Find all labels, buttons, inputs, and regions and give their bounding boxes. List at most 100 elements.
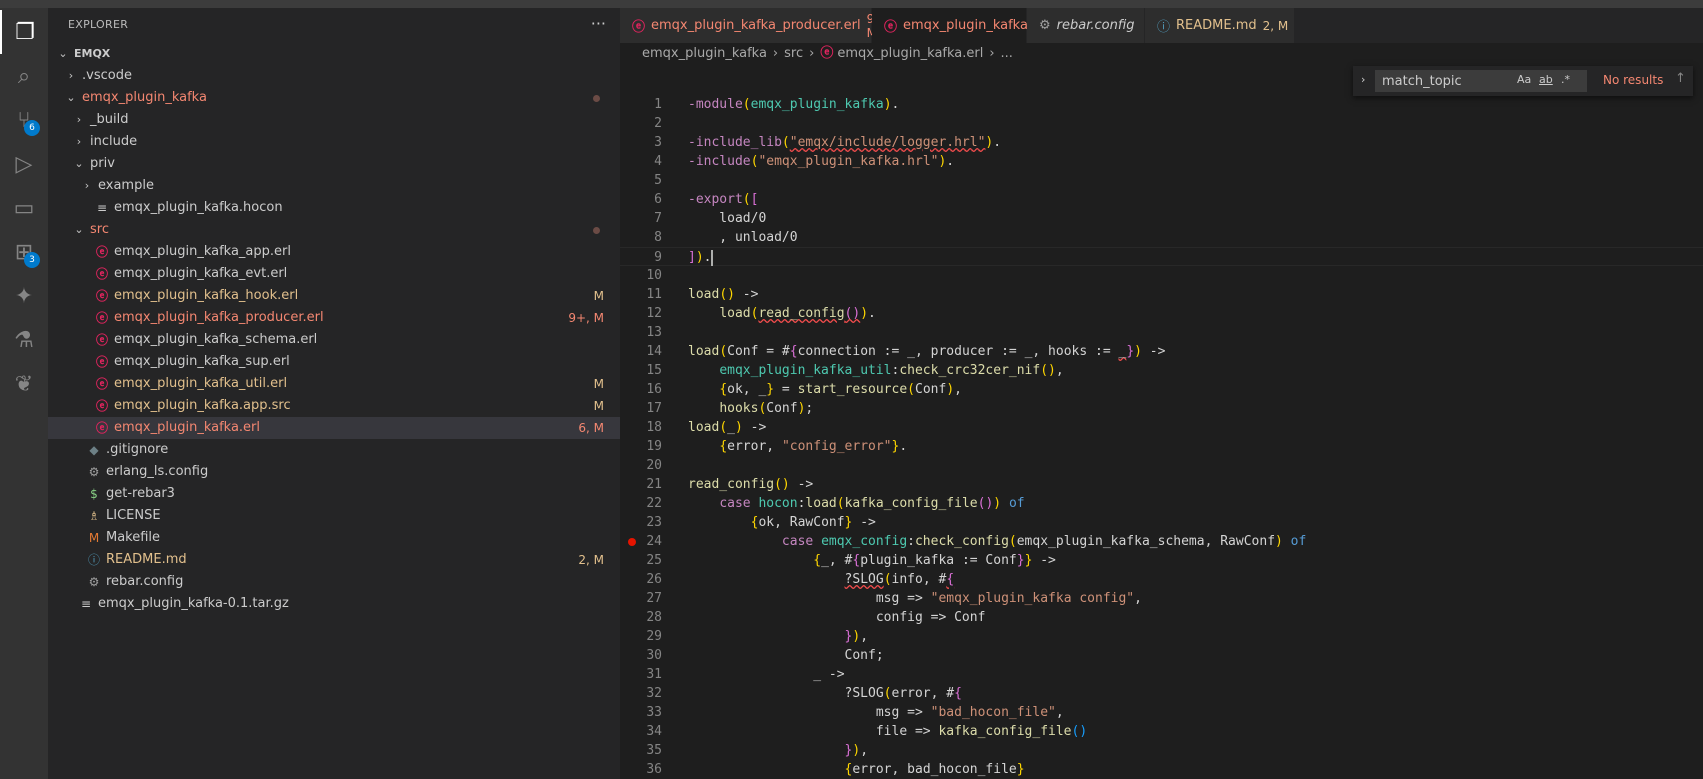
- code-line[interactable]: 34 file => kafka_config_file(): [620, 722, 1703, 741]
- tree-item[interactable]: ◆ .gitignore: [48, 439, 620, 461]
- tree-item[interactable]: ≡ emqx_plugin_kafka-0.1.tar.gz: [48, 593, 620, 615]
- tree-item[interactable]: ⓔ emqx_plugin_kafka_evt.erl: [48, 263, 620, 285]
- code-line[interactable]: 28 config => Conf: [620, 608, 1703, 627]
- code-line[interactable]: 10: [620, 266, 1703, 285]
- code-line[interactable]: 4 -include("emqx_plugin_kafka.hrl").: [620, 152, 1703, 171]
- code-line[interactable]: 29 }),: [620, 627, 1703, 646]
- extensions-icon[interactable]: ⊞ 3: [0, 230, 48, 274]
- code-line[interactable]: 32 ?SLOG(error, #{: [620, 684, 1703, 703]
- breadcrumb-item[interactable]: emqx_plugin_kafka.erl: [837, 46, 983, 61]
- code-line[interactable]: 33 msg => "bad_hocon_file",: [620, 703, 1703, 722]
- chevron-down-icon[interactable]: ⌄: [64, 87, 78, 109]
- tree-item[interactable]: › .vscode: [48, 65, 620, 87]
- tab-emqx-plugin-kafka-erl[interactable]: ⓔemqx_plugin_kafka.erl6, M✕: [872, 8, 1085, 43]
- find-input[interactable]: [1375, 70, 1587, 92]
- code-line[interactable]: 19 {error, "config_error"}.: [620, 437, 1703, 456]
- remote-explorer-icon[interactable]: ▭: [0, 186, 48, 230]
- code-line[interactable]: 16 {ok, _} = start_resource(Conf),: [620, 380, 1703, 399]
- code-editor[interactable]: 1 -module(emqx_plugin_kafka). 2 3 -include_l…: [620, 94, 1703, 779]
- code-line[interactable]: 21 read_config() ->: [620, 475, 1703, 494]
- tree-item[interactable]: ⌄ emqx_plugin_kafka: [48, 87, 620, 109]
- explorer-icon[interactable]: ❐: [0, 10, 48, 54]
- tree-icon[interactable]: ❦: [0, 362, 48, 406]
- code-line[interactable]: 23 {ok, RawConf} ->: [620, 513, 1703, 532]
- tree-item[interactable]: ⓔ emqx_plugin_kafka_sup.erl: [48, 351, 620, 373]
- tree-item[interactable]: ⓔ emqx_plugin_kafka_producer.erl 9+, M: [48, 307, 620, 329]
- code-line[interactable]: 27 msg => "emqx_plugin_kafka config",: [620, 589, 1703, 608]
- code-line[interactable]: 18 load(_) ->: [620, 418, 1703, 437]
- breadcrumb-item[interactable]: ...: [1001, 46, 1013, 61]
- code-line[interactable]: 2: [620, 114, 1703, 133]
- code-line[interactable]: 35 }),: [620, 741, 1703, 760]
- code-line[interactable]: 25 {_, #{plugin_kafka := Conf}} ->: [620, 551, 1703, 570]
- tab-emqx-plugin-kafka-producer-erl[interactable]: ⓔemqx_plugin_kafka_producer.erl9+, M: [620, 8, 888, 43]
- breadcrumb-item[interactable]: src: [784, 46, 803, 61]
- code-line[interactable]: 15 emqx_plugin_kafka_util:check_crc32cer…: [620, 361, 1703, 380]
- run-debug-icon[interactable]: ▷: [0, 142, 48, 186]
- chevron-right-icon[interactable]: ›: [64, 65, 78, 87]
- code-line[interactable]: 13: [620, 323, 1703, 342]
- tools-icon[interactable]: ✦: [0, 274, 48, 318]
- code-line[interactable]: 5: [620, 171, 1703, 190]
- license-icon: ♗: [88, 509, 100, 523]
- previous-match-icon[interactable]: ↑: [1675, 71, 1686, 86]
- chevron-right-icon[interactable]: ›: [80, 175, 94, 197]
- code-text: ?SLOG(error, #{: [688, 686, 962, 701]
- tree-item[interactable]: $ get-rebar3: [48, 483, 620, 505]
- tree-item[interactable]: ⌄ priv: [48, 153, 620, 175]
- tree-item[interactable]: ⓘ README.md 2, M: [48, 549, 620, 571]
- code-line[interactable]: 1 -module(emqx_plugin_kafka).: [620, 95, 1703, 114]
- chevron-right-icon[interactable]: ›: [72, 131, 86, 153]
- testing-icon[interactable]: ⚗: [0, 318, 48, 362]
- tree-item[interactable]: ⓔ emqx_plugin_kafka.app.src M: [48, 395, 620, 417]
- code-line[interactable]: 9]).: [620, 247, 1703, 266]
- code-line[interactable]: 14 load(Conf = #{connection := _, produce…: [620, 342, 1703, 361]
- code-line[interactable]: 24 case emqx_config:check_config(emqx_pl…: [620, 532, 1703, 551]
- tree-item[interactable]: ⓔ emqx_plugin_kafka_util.erl M: [48, 373, 620, 395]
- chevron-down-icon[interactable]: ⌄: [72, 153, 86, 175]
- code-line[interactable]: 7 load/0: [620, 209, 1703, 228]
- tree-item[interactable]: ≡ emqx_plugin_kafka.hocon: [48, 197, 620, 219]
- more-actions-icon[interactable]: ···: [591, 14, 606, 33]
- code-line[interactable]: 6 -export([: [620, 190, 1703, 209]
- chevron-down-icon[interactable]: ⌄: [56, 43, 70, 65]
- tree-item[interactable]: › _build: [48, 109, 620, 131]
- tree-item[interactable]: › include: [48, 131, 620, 153]
- breadcrumb-item[interactable]: emqx_plugin_kafka: [642, 46, 767, 61]
- code-line[interactable]: 30 Conf;: [620, 646, 1703, 665]
- match-case-icon[interactable]: Aa: [1517, 73, 1531, 86]
- chevron-right-icon[interactable]: ›: [72, 109, 86, 131]
- tree-item[interactable]: ⚙ rebar.config: [48, 571, 620, 593]
- code-line[interactable]: 17 hooks(Conf);: [620, 399, 1703, 418]
- whole-word-icon[interactable]: ab: [1539, 73, 1553, 86]
- search-icon[interactable]: ⌕: [0, 54, 48, 98]
- chevron-down-icon[interactable]: ⌄: [72, 219, 86, 241]
- code-line[interactable]: 22 case hocon:load(kafka_config_file()) …: [620, 494, 1703, 513]
- regex-icon[interactable]: .*: [1561, 73, 1570, 86]
- code-line[interactable]: 3 -include_lib("emqx/include/logger.hrl")…: [620, 133, 1703, 152]
- line-number: 17: [646, 401, 662, 416]
- code-line[interactable]: 11 load() ->: [620, 285, 1703, 304]
- code-line[interactable]: 8 , unload/0: [620, 228, 1703, 247]
- tab-readme-md[interactable]: ⓘ README.md 2, M: [1145, 8, 1295, 43]
- tree-item[interactable]: ♗ LICENSE: [48, 505, 620, 527]
- source-control-icon[interactable]: ⑂ 6: [0, 98, 48, 142]
- code-line[interactable]: 26 ?SLOG(info, #{: [620, 570, 1703, 589]
- tree-item[interactable]: ⓔ emqx_plugin_kafka_hook.erl M: [48, 285, 620, 307]
- code-line[interactable]: 36 {error, bad_hocon_file}: [620, 760, 1703, 779]
- tab-rebar-config[interactable]: ⚙ rebar.config: [1027, 8, 1145, 43]
- code-line[interactable]: 12 load(read_config()).: [620, 304, 1703, 323]
- code-text: -include("emqx_plugin_kafka.hrl").: [688, 154, 955, 169]
- tree-item[interactable]: › example: [48, 175, 620, 197]
- tree-item[interactable]: ⓔ emqx_plugin_kafka.erl 6, M: [48, 417, 620, 439]
- tree-item[interactable]: ⚙ erlang_ls.config: [48, 461, 620, 483]
- code-line[interactable]: 31 _ ->: [620, 665, 1703, 684]
- tree-item[interactable]: M Makefile: [48, 527, 620, 549]
- tree-item[interactable]: ⌄ src: [48, 219, 620, 241]
- workspace-root[interactable]: ⌄ EMQX: [48, 43, 620, 65]
- tree-item[interactable]: ⓔ emqx_plugin_kafka_app.erl: [48, 241, 620, 263]
- tree-item[interactable]: ⓔ emqx_plugin_kafka_schema.erl: [48, 329, 620, 351]
- toggle-replace-icon[interactable]: ›: [1361, 73, 1365, 86]
- code-line[interactable]: 20: [620, 456, 1703, 475]
- gear-icon: ⚙: [88, 575, 100, 589]
